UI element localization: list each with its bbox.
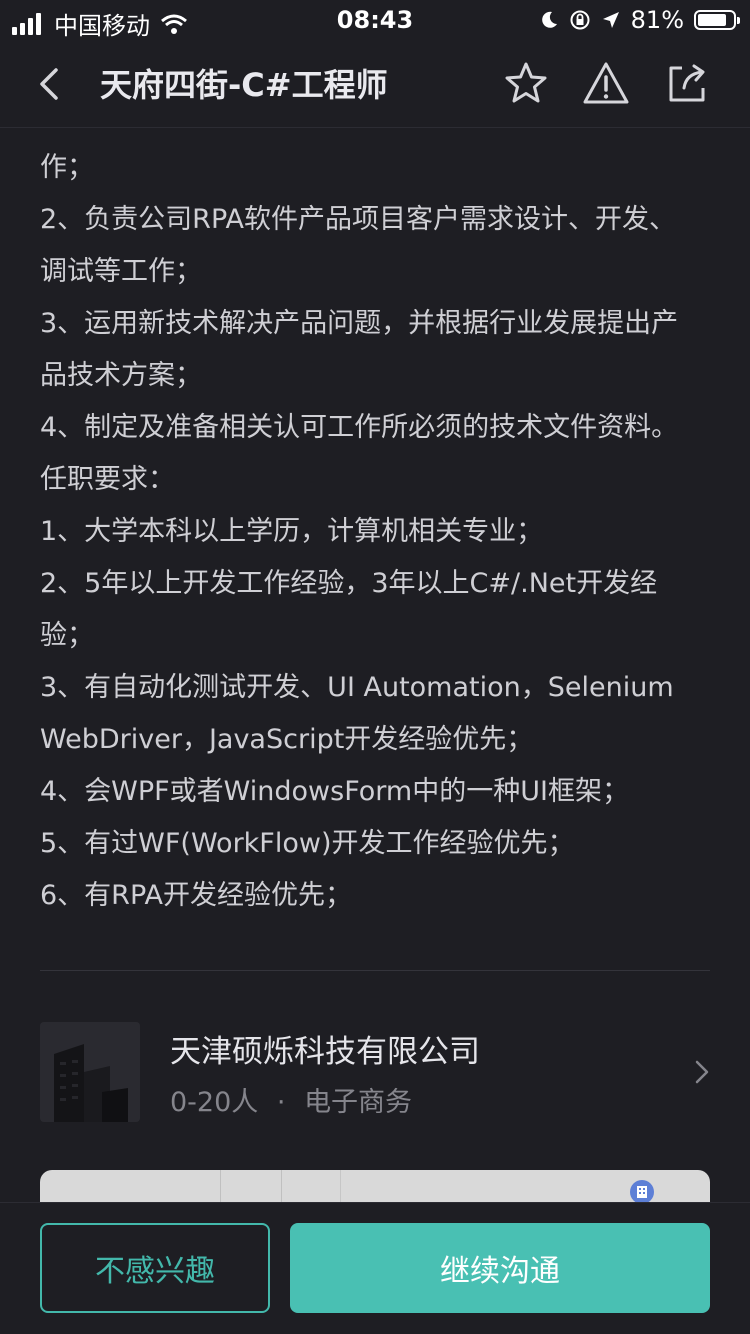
job-detail-content[interactable]: 1、负责公司RPA软件产品相关设计、开发、测试等工 作； 2、负责公司RPA软件… [0,128,750,1202]
description-line: WebDriver，JavaScript开发经验优先； [40,724,534,755]
description-line: 1、负责公司RPA软件产品相关设计、开发、测试等工 [40,128,710,142]
company-size: 0-20人 [170,1087,259,1118]
nav-bar: 天府四街-C#工程师 [0,40,750,128]
description-line: 调试等工作； [40,256,202,287]
company-card[interactable]: 天津硕烁科技有限公司 0-20人 · 电子商务 [40,1022,710,1122]
company-name: 天津硕烁科技有限公司 [170,1034,480,1070]
location-map[interactable] [40,1170,710,1202]
back-icon[interactable] [30,60,70,108]
description-line: 4、会WPF或者WindowsForm中的一种UI框架； [40,776,629,807]
job-description: 1、负责公司RPA软件产品相关设计、开发、测试等工 作； 2、负责公司RPA软件… [40,128,710,922]
status-right: 81% [539,6,740,34]
office-pin-icon [637,1186,647,1198]
description-line: 验； [40,620,94,651]
continue-chat-button[interactable]: 继续沟通 [290,1223,710,1313]
battery-percent: 81% [630,6,684,34]
building-icon [40,1022,140,1122]
map-poi-icon [630,1180,654,1202]
description-line: 2、5年以上开发工作经验，3年以上C#/.Net开发经 [40,568,658,599]
share-icon[interactable] [660,58,712,110]
battery-fill [698,14,726,26]
status-bar: 中国移动 08:43 81% [0,0,750,40]
description-line: 3、运用新技术解决产品问题，并根据行业发展提出产 [40,308,679,339]
star-icon[interactable] [500,58,552,110]
warning-icon[interactable] [580,58,632,110]
bottom-action-bar: 不感兴趣 继续沟通 [0,1202,750,1334]
description-line: 任职要求： [40,464,175,495]
rotation-lock-icon [570,10,590,30]
company-industry: 电子商务 [304,1087,413,1118]
description-line: 2、负责公司RPA软件产品项目客户需求设计、开发、 [40,204,676,235]
map-road [340,1170,349,1202]
description-line: 1、大学本科以上学历，计算机相关专业； [40,516,544,547]
chevron-right-icon [695,1060,709,1084]
moon-icon [541,11,557,28]
map-road [220,1170,282,1202]
section-divider [40,970,710,971]
location-icon [602,12,619,28]
description-line: 4、制定及准备相关认可工作所必须的技术文件资料。 [40,412,679,443]
not-interested-button[interactable]: 不感兴趣 [40,1223,270,1313]
company-logo [40,1022,140,1122]
description-line: 5、有过WF(WorkFlow)开发工作经验优先； [40,828,575,859]
description-line: 品技术方案； [40,360,202,391]
description-line: 作； [40,152,94,183]
page-title: 天府四街-C#工程师 [100,66,388,104]
battery-icon [694,10,740,30]
description-line: 6、有RPA开发经验优先； [40,880,352,911]
description-line: 3、有自动化测试开发、UI Automation，Selenium [40,672,674,703]
meta-separator: · [276,1087,286,1118]
company-meta: 0-20人 · 电子商务 [170,1080,412,1119]
